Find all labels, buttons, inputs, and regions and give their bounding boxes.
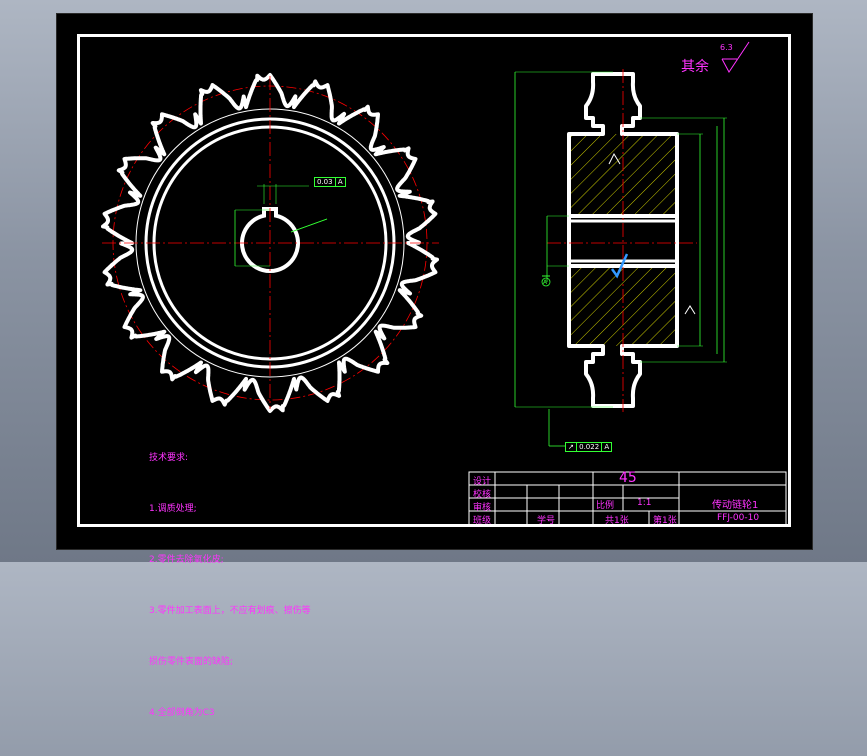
tech-req-item: 损伤零件表面的缺陷; [149, 657, 234, 667]
section-tolerance-frame: ↗ 0.022 A [565, 442, 613, 452]
front-tolerance-value: 0.03 [317, 178, 333, 186]
section-tolerance-datum: A [601, 443, 610, 451]
front-tolerance-frame: 0.03 A [314, 177, 346, 187]
row-label-check: 校核 [473, 490, 492, 500]
scale-label: 比例 [596, 501, 615, 511]
sheet-current: 第1张 [653, 516, 677, 526]
tech-req-item: 2.零件去除氧化皮; [149, 555, 224, 565]
sheets-total: 共1张 [605, 516, 629, 526]
tech-req-title: 技术要求: [149, 453, 189, 463]
drawing-number: FFJ-00-10 [717, 513, 760, 523]
surface-finish-value: 6.3 [720, 43, 733, 52]
datum-a-label: A [543, 279, 548, 286]
cad-drawing-viewport[interactable]: 其余 6.3 0.03 A ↗ 0.022 A A 技术要求: 1.调质处理; … [56, 13, 813, 718]
section-view [514, 69, 727, 447]
scale-value: 1:1 [637, 498, 652, 508]
material-label: 45 [619, 470, 637, 486]
part-name: 传动链轮1 [712, 500, 759, 511]
section-tolerance-value: 0.022 [579, 443, 600, 451]
technical-requirements: 技术要求: 1.调质处理; 2.零件去除氧化皮; 3.零件加工表面上，不应有划痕… [149, 416, 311, 756]
student-no-label: 学号 [537, 516, 556, 526]
row-label-class: 班级 [473, 516, 492, 526]
front-tolerance-datum: A [334, 178, 343, 186]
tech-req-item: 3.零件加工表面上，不应有划痕、擦伤等 [149, 606, 311, 616]
surface-finish-label: 其余 [681, 59, 709, 75]
front-view [101, 73, 439, 413]
tech-req-item: 1.调质处理; [149, 504, 197, 514]
row-label-review: 审核 [473, 503, 492, 513]
row-label-design: 设计 [473, 477, 492, 487]
tech-req-item: 4.全部倒角为C3 [149, 708, 215, 718]
